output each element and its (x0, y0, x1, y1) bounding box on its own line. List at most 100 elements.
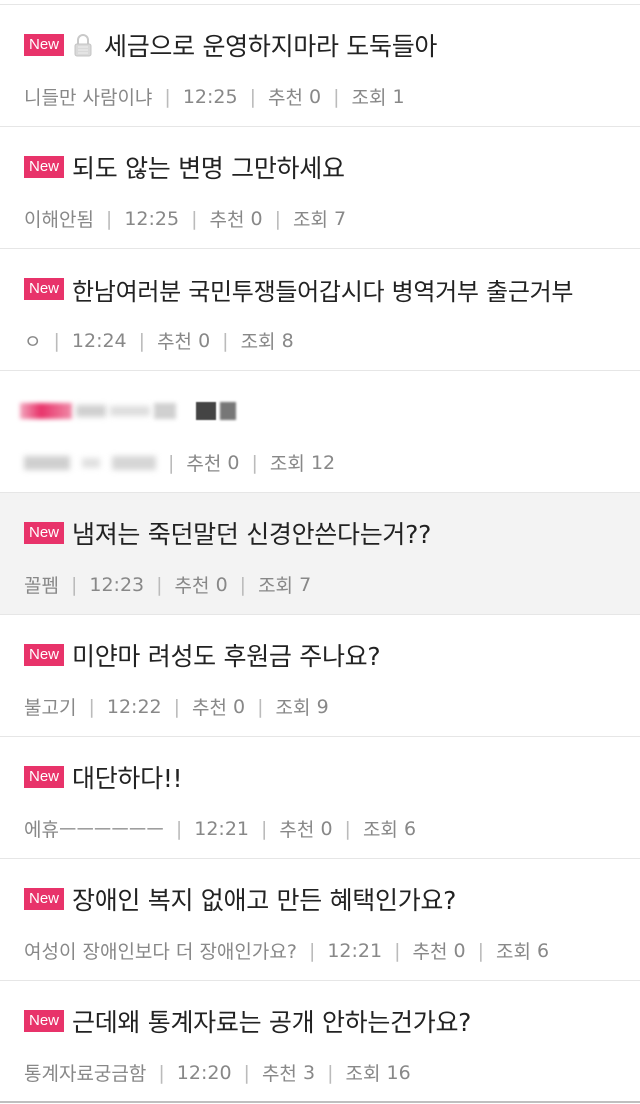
meta-divider: | (158, 1061, 165, 1084)
post-author: 에휴ㅡㅡㅡㅡㅡㅡ (24, 819, 164, 841)
post-title-row[interactable]: New 장애인 복지 없애고 만든 혜택인가요? (24, 881, 616, 917)
views-count: 8 (281, 329, 294, 352)
views-label: 조회 (345, 1063, 381, 1085)
meta-divider: | (164, 85, 171, 108)
recommend-label: 추천 (279, 819, 315, 841)
meta-divider: | (222, 329, 229, 352)
new-badge: New (24, 156, 65, 178)
views-count: 7 (299, 573, 312, 596)
redacted-block (196, 402, 216, 420)
list-item[interactable]: New 대단하다!! 에휴ㅡㅡㅡㅡㅡㅡ | 12:21 | 추천 0 | 조회 … (0, 737, 640, 859)
views-count: 7 (334, 207, 347, 230)
new-badge: New (24, 1010, 65, 1032)
post-title-row[interactable]: New 냄져는 죽던말던 신경안쓴다는거?? (24, 515, 616, 551)
views-label: 조회 (362, 819, 398, 841)
meta-divider: | (70, 573, 78, 596)
redacted-block (82, 457, 100, 468)
meta-divider: | (156, 573, 163, 596)
post-title-row[interactable]: New 미얀마 려성도 후원금 주나요? (24, 637, 616, 673)
new-badge: New (24, 522, 65, 544)
post-title: 장애인 복지 없애고 만든 혜택인가요? (72, 886, 457, 915)
recommend-label: 추천 (192, 697, 227, 719)
post-meta: ㅇ | 12:24 | 추천 0 | 조회 8 (24, 327, 616, 354)
meta-divider: | (249, 85, 256, 108)
views-label: 조회 (240, 331, 276, 353)
views-count: 12 (310, 451, 336, 474)
post-meta: | 추천 0 | 조회 12 (24, 449, 616, 476)
redacted-block (76, 405, 106, 417)
post-title: 근데왜 통계자료는 공개 안하는건가요? (72, 1008, 472, 1037)
recommend-label: 추천 (267, 87, 303, 109)
blurred-title[interactable] (20, 393, 616, 429)
list-item[interactable]: New 한남여러분 국민투쟁들어갑시다 병역거부 출근거부 ㅇ | 12:24 … (0, 249, 640, 371)
post-author: 니들만 사람이냐 (24, 87, 153, 109)
recommend-count: 3 (302, 1061, 316, 1084)
list-item[interactable]: New 근데왜 통계자료는 공개 안하는건가요? 통계자료궁금함 | 12:20… (0, 981, 640, 1103)
meta-divider: | (308, 939, 316, 962)
meta-divider: | (138, 329, 146, 352)
post-meta: 니들만 사람이냐 | 12:25 | 추천 0 | 조회 1 (24, 83, 616, 110)
meta-divider: | (53, 329, 60, 352)
post-title-row[interactable]: New 대단하다!! (24, 759, 616, 795)
post-author: 불고기 (24, 697, 77, 719)
redacted-block (220, 402, 236, 420)
new-badge: New (24, 766, 65, 788)
meta-divider: | (251, 451, 258, 474)
post-title: 되도 않는 변명 그만하세요 (72, 154, 345, 183)
list-item[interactable]: New 냄져는 죽던말던 신경안쓴다는거?? 꼴펨 | 12:23 | 추천 0… (0, 493, 640, 615)
post-time: 12:20 (176, 1061, 232, 1084)
list-item[interactable]: | 추천 0 | 조회 12 (0, 371, 640, 493)
new-badge: New (24, 644, 65, 666)
meta-divider: | (168, 451, 175, 474)
recommend-count: 0 (198, 329, 211, 352)
recommend-count: 0 (250, 207, 263, 230)
post-title: 미얀마 려성도 후원금 주나요? (72, 642, 381, 671)
meta-divider: | (274, 207, 282, 230)
meta-divider: | (261, 817, 268, 840)
post-time: 12:23 (89, 573, 145, 596)
list-item[interactable]: New 되도 않는 변명 그만하세요 이해안됨 | 12:25 | 추천 0 |… (0, 127, 640, 249)
recommend-count: 0 (215, 573, 228, 596)
redacted-block (24, 455, 70, 470)
meta-divider: | (333, 85, 340, 108)
post-author: 꼴펨 (24, 575, 59, 597)
post-time: 12:24 (71, 329, 127, 352)
post-title-row[interactable]: New 세금으로 운영하지마라 도둑들아 (24, 27, 616, 63)
post-title-row[interactable]: New 한남여러분 국민투쟁들어갑시다 병역거부 출근거부 (24, 271, 616, 307)
post-time: 12:21 (194, 817, 250, 840)
post-meta: 꼴펨 | 12:23 | 추천 0 | 조회 7 (24, 571, 616, 598)
list-item[interactable]: New 장애인 복지 없애고 만든 혜택인가요? 여성이 장애인보다 더 장애인… (0, 859, 640, 981)
recommend-count: 0 (227, 451, 240, 474)
views-count: 1 (392, 85, 405, 108)
list-item[interactable]: New 세금으로 운영하지마라 도둑들아 니들만 사람이냐 | 12:25 | … (0, 5, 640, 127)
post-title-row[interactable]: New 근데왜 통계자료는 공개 안하는건가요? (24, 1003, 616, 1039)
meta-divider: | (173, 695, 181, 718)
redacted-block (20, 403, 72, 419)
post-meta: 불고기 | 12:22 | 추천 0 | 조회 9 (24, 693, 616, 720)
meta-divider: | (105, 207, 113, 230)
recommend-count: 0 (453, 939, 466, 962)
post-author: 여성이 장애인보다 더 장애인가요? (24, 941, 297, 963)
new-badge: New (24, 34, 65, 56)
list-item[interactable]: New 미얀마 려성도 후원금 주나요? 불고기 | 12:22 | 추천 0 … (0, 615, 640, 737)
views-label: 조회 (258, 575, 294, 597)
post-meta: 통계자료궁금함 | 12:20 | 추천 3 | 조회 16 (24, 1059, 616, 1086)
recommend-label: 추천 (209, 209, 245, 231)
post-author: ㅇ (24, 331, 42, 353)
recommend-count: 0 (233, 695, 246, 718)
recommend-label: 추천 (157, 331, 193, 353)
views-label: 조회 (293, 209, 328, 231)
post-title-row[interactable]: New 되도 않는 변명 그만하세요 (24, 149, 616, 185)
views-count: 9 (316, 695, 329, 718)
post-meta: 여성이 장애인보다 더 장애인가요? | 12:21 | 추천 0 | 조회 6 (24, 937, 616, 964)
redacted-block (154, 403, 176, 419)
post-author: 이해안됨 (24, 209, 94, 231)
recommend-label: 추천 (412, 941, 448, 963)
post-author: 통계자료궁금함 (24, 1063, 147, 1085)
views-count: 6 (537, 939, 550, 962)
views-count: 6 (403, 817, 417, 840)
views-label: 조회 (275, 697, 311, 719)
recommend-count: 0 (309, 85, 322, 108)
meta-divider: | (344, 817, 351, 840)
meta-divider: | (175, 817, 183, 840)
